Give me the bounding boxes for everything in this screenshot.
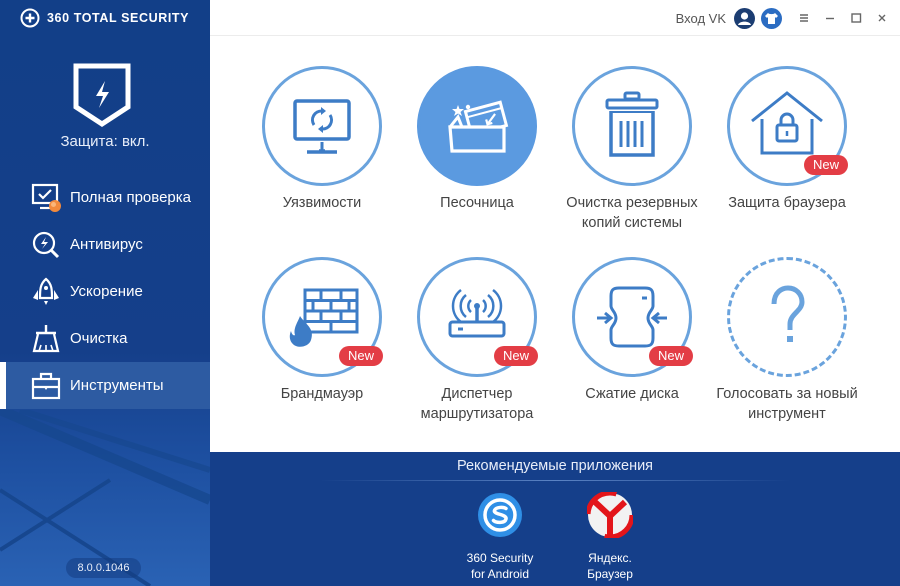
tool-ring: New	[262, 257, 383, 377]
sidebar-item-tools[interactable]: Инструменты	[0, 362, 210, 409]
tool-browser-protection[interactable]: New Защита браузера	[712, 66, 862, 214]
tool-ring: New	[727, 66, 848, 186]
sandbox-box-icon	[448, 100, 509, 153]
maximize-button[interactable]	[846, 8, 866, 28]
divider	[320, 480, 790, 481]
sidebar-item-label: Очистка	[70, 330, 128, 347]
menu-button[interactable]	[794, 8, 814, 28]
recommended-apps-title: Рекомендуемые приложения	[456, 458, 654, 474]
version-label: 8.0.0.1046	[66, 558, 141, 578]
new-badge: New	[803, 155, 848, 175]
firewall-icon	[289, 288, 359, 347]
new-badge: New	[493, 346, 538, 366]
new-badge: New	[648, 346, 693, 366]
monitor-refresh-icon	[293, 99, 351, 154]
new-badge: New	[338, 346, 383, 366]
close-icon	[878, 14, 886, 22]
protection-status: Защита: вкл.	[60, 133, 150, 150]
tool-ring	[727, 257, 847, 377]
recommended-apps-panel: Рекомендуемые приложения 360 Security fo…	[210, 452, 900, 586]
sidebar-item-label: Инструменты	[70, 377, 164, 394]
tool-backup-cleanup[interactable]: Очистка резервных копий системы	[557, 66, 707, 233]
house-lock-icon	[751, 91, 823, 155]
tool-firewall[interactable]: New Брандмауэр	[247, 257, 397, 405]
rocket-icon	[33, 277, 59, 305]
yandex-browser-icon	[585, 490, 635, 540]
skin-button[interactable]	[761, 7, 782, 29]
tool-label: Уязвимости	[282, 195, 362, 211]
antivirus-search-icon	[32, 231, 60, 258]
app-name: 360 Security for Android	[466, 551, 534, 581]
question-mark-icon	[771, 285, 805, 342]
tool-ring	[262, 66, 382, 186]
close-button[interactable]	[872, 8, 892, 28]
tool-label: Защита браузера	[728, 195, 846, 211]
user-icon	[738, 11, 751, 25]
title-bar-controls: Вход VK	[676, 6, 892, 30]
sidebar-item-label: Полная проверка	[70, 189, 191, 206]
sidebar-nav: Полная проверка Антивирус Ускорение Очис…	[0, 174, 210, 409]
app-yandex-browser[interactable]: Яндекс. Браузер	[560, 490, 660, 582]
minimize-icon	[826, 17, 834, 20]
tools-grid: Уязвимости Песочница Очистка резервных к…	[210, 37, 900, 452]
app-name: Яндекс. Браузер	[587, 551, 633, 581]
router-icon	[448, 289, 506, 338]
tool-ring	[417, 66, 537, 186]
sidebar: 360 TOTAL SECURITY Защита: вкл. Полная п…	[0, 0, 210, 586]
tool-label: Очистка резервных копий системы	[566, 195, 698, 231]
trash-bin-icon	[605, 91, 659, 157]
sidebar-item-label: Ускорение	[70, 283, 143, 300]
tool-label: Брандмауэр	[280, 386, 364, 402]
toolbox-icon	[31, 372, 61, 399]
tool-ring	[572, 66, 692, 186]
title-bar: Вход VK	[210, 0, 900, 36]
tool-label: Сжатие диска	[585, 386, 679, 402]
brand-name: 360 TOTAL SECURITY	[47, 11, 190, 25]
tool-label: Диспетчер маршрутизатора	[420, 386, 534, 422]
360-security-android-icon	[478, 493, 522, 537]
tool-router-manager[interactable]: New Диспетчер маршрутизатора	[402, 257, 552, 424]
tool-sandbox[interactable]: Песочница	[402, 66, 552, 214]
broom-icon	[32, 324, 60, 352]
sidebar-item-antivirus[interactable]: Антивирус	[0, 221, 210, 268]
tool-disk-compression[interactable]: New Сжатие диска	[557, 257, 707, 405]
sidebar-item-label: Антивирус	[70, 236, 143, 253]
app-360-security-android[interactable]: 360 Security for Android	[450, 492, 550, 582]
disk-compress-icon	[597, 286, 667, 348]
user-account-button[interactable]	[734, 7, 755, 29]
360-logo-icon	[20, 8, 40, 28]
sidebar-item-full-scan[interactable]: Полная проверка	[0, 174, 210, 221]
maximize-icon	[851, 13, 862, 23]
brand: 360 TOTAL SECURITY	[20, 8, 189, 28]
monitor-check-icon	[31, 183, 61, 212]
minimize-button[interactable]	[820, 8, 840, 28]
shield-icon	[73, 63, 131, 127]
tool-label: Голосовать за новый инструмент	[716, 386, 858, 422]
tool-vulnerabilities[interactable]: Уязвимости	[247, 66, 397, 214]
tool-vote-new[interactable]: Голосовать за новый инструмент	[712, 257, 862, 424]
sidebar-item-cleanup[interactable]: Очистка	[0, 315, 210, 362]
tool-label: Песочница	[440, 195, 514, 211]
sidebar-item-speedup[interactable]: Ускорение	[0, 268, 210, 315]
vk-login-link[interactable]: Вход VK	[676, 11, 726, 26]
tool-ring: New	[417, 257, 538, 377]
shirt-icon	[765, 12, 778, 24]
tool-ring: New	[572, 257, 693, 377]
menu-icon	[800, 14, 808, 22]
